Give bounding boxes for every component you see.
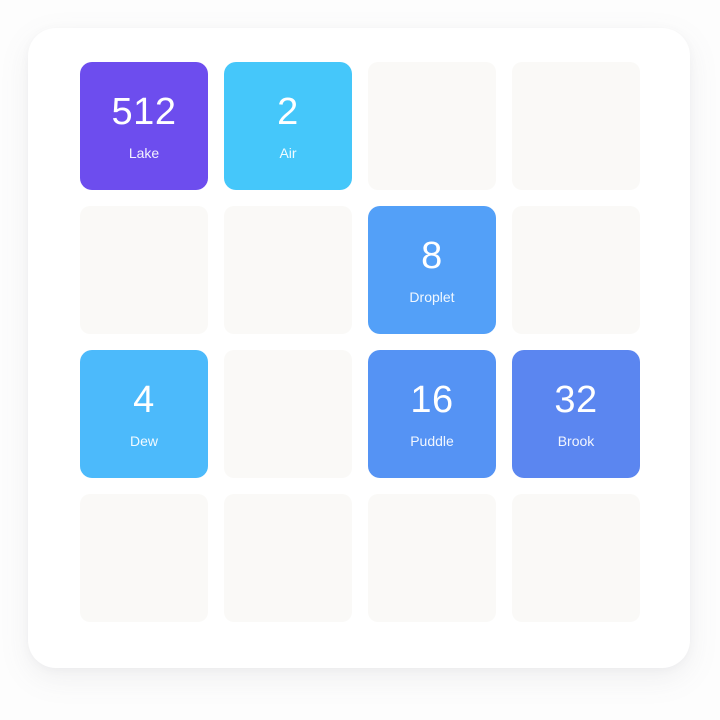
tile-label: Puddle xyxy=(410,434,454,448)
game-tile[interactable]: 8 Droplet xyxy=(368,206,496,334)
tile-label: Brook xyxy=(558,434,595,448)
empty-cell xyxy=(224,206,352,334)
tile-grid: 512 Lake 2 Air 8 Droplet 4 Dew 16 Puddle 32 Brook xyxy=(80,62,640,622)
tile-value: 4 xyxy=(133,381,155,419)
game-board-card: 512 Lake 2 Air 8 Droplet 4 Dew 16 Puddle 32 Brook xyxy=(28,28,690,668)
empty-cell xyxy=(224,350,352,478)
tile-label: Dew xyxy=(130,434,158,448)
tile-value: 32 xyxy=(554,381,597,419)
tile-label: Droplet xyxy=(409,290,454,304)
game-app: 512 Lake 2 Air 8 Droplet 4 Dew 16 Puddle 32 Brook xyxy=(0,0,720,720)
empty-cell xyxy=(224,494,352,622)
empty-cell xyxy=(512,62,640,190)
tile-value: 512 xyxy=(112,93,177,131)
tile-value: 16 xyxy=(410,381,453,419)
empty-cell xyxy=(80,494,208,622)
tile-label: Air xyxy=(279,146,296,160)
empty-cell xyxy=(80,206,208,334)
game-tile[interactable]: 2 Air xyxy=(224,62,352,190)
empty-cell xyxy=(368,494,496,622)
empty-cell xyxy=(512,206,640,334)
game-tile[interactable]: 4 Dew xyxy=(80,350,208,478)
tile-value: 8 xyxy=(421,237,443,275)
empty-cell xyxy=(512,494,640,622)
game-tile[interactable]: 512 Lake xyxy=(80,62,208,190)
game-tile[interactable]: 32 Brook xyxy=(512,350,640,478)
tile-label: Lake xyxy=(129,146,159,160)
empty-cell xyxy=(368,62,496,190)
game-tile[interactable]: 16 Puddle xyxy=(368,350,496,478)
tile-value: 2 xyxy=(277,93,299,131)
